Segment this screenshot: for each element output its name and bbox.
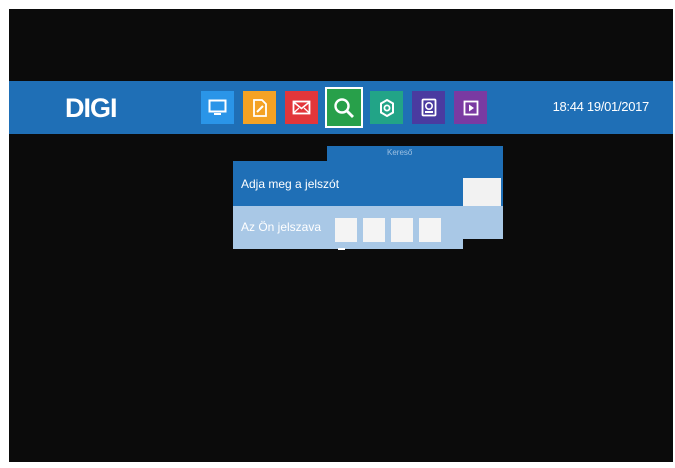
- search-icon[interactable]: [325, 87, 363, 128]
- password-digit-3[interactable]: [391, 218, 413, 242]
- play-icon-glyph: [463, 100, 478, 115]
- storage-icon-glyph: [421, 98, 436, 117]
- password-dialog: Kereső Adja meg a jelszót Az Ön jelszava: [233, 146, 505, 251]
- top-menu-bar: DIGI 18:44 19/01/2017: [9, 81, 673, 134]
- dialog-title: Kereső: [387, 148, 413, 157]
- password-row-extension: [463, 206, 503, 239]
- password-digit-4[interactable]: [419, 218, 441, 242]
- clock: 18:44 19/01/2017: [552, 99, 650, 114]
- storage-icon[interactable]: [412, 91, 445, 124]
- notes-icon-glyph: [252, 98, 267, 117]
- notes-icon[interactable]: [243, 91, 276, 124]
- password-prompt-row: Adja meg a jelszót: [233, 161, 503, 206]
- password-digit-2[interactable]: [363, 218, 385, 242]
- tv-icon[interactable]: [201, 91, 234, 124]
- clock-date: 19/01/2017: [586, 99, 649, 114]
- password-label: Az Ön jelszava: [241, 220, 322, 234]
- password-digit-1[interactable]: [335, 218, 357, 250]
- media-player-icon[interactable]: [454, 91, 487, 124]
- settings-icon-glyph: [379, 98, 394, 117]
- password-entry-row: Az Ön jelszava: [233, 206, 463, 250]
- brand-logo: DIGI: [65, 93, 118, 123]
- search-icon-glyph: [334, 97, 354, 118]
- tv-screen: DIGI 18:44 19/01/2017 Kereső Adja meg a …: [9, 9, 673, 462]
- clock-time: 18:44: [552, 99, 584, 114]
- mail-icon-glyph: [292, 100, 311, 115]
- mail-icon[interactable]: [285, 91, 318, 124]
- tv-icon-glyph: [208, 99, 227, 115]
- settings-icon[interactable]: [370, 91, 403, 124]
- password-prompt-label: Adja meg a jelszót: [241, 177, 340, 191]
- prompt-box: [463, 178, 501, 206]
